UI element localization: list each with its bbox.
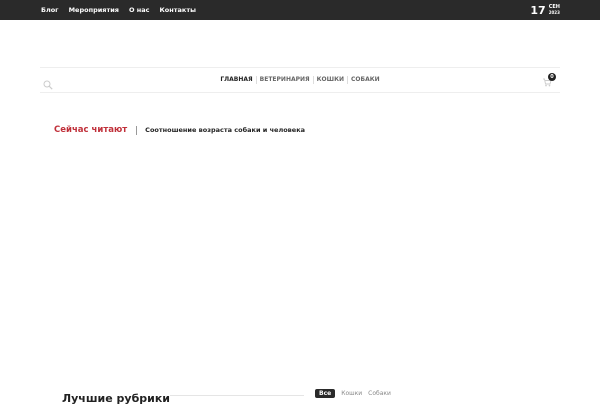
top-bar: Блог Мероприятия О нас Контакты 17 СЕН 2… [0, 0, 600, 20]
filter-cats[interactable]: Кошки [341, 389, 362, 398]
top-nav-contacts[interactable]: Контакты [159, 0, 195, 20]
section-title: Лучшие рубрики [62, 392, 171, 405]
cart-count-badge: 0 [548, 73, 556, 81]
main-nav: Главная Ветеринария Кошки Собаки 0 [40, 67, 560, 93]
menu-item-cats[interactable]: Кошки [314, 76, 348, 84]
date-display: 17 СЕН 2023 [530, 0, 560, 20]
section-divider [170, 395, 304, 396]
menu-item-home[interactable]: Главная [217, 76, 257, 84]
date-month-year: СЕН 2023 [549, 5, 560, 15]
cart-button[interactable]: 0 [542, 73, 556, 87]
top-nav-blog[interactable]: Блог [41, 0, 59, 20]
date-day: 17 [530, 3, 546, 17]
main-menu: Главная Ветеринария Кошки Собаки [40, 68, 560, 92]
now-reading-article-link[interactable]: Соотношение возраста собаки и человека [145, 126, 305, 134]
category-filters: Все Кошки Собаки [315, 389, 391, 398]
now-reading-label: Сейчас читают [54, 125, 128, 135]
menu-item-dogs[interactable]: Собаки [348, 76, 383, 84]
filter-all[interactable]: Все [315, 389, 336, 398]
date-year: 2023 [548, 10, 560, 15]
filter-dogs[interactable]: Собаки [368, 389, 391, 398]
top-nav-events[interactable]: Мероприятия [69, 0, 119, 20]
top-nav-about[interactable]: О нас [129, 0, 150, 20]
menu-item-veterinary[interactable]: Ветеринария [257, 76, 314, 84]
now-reading-divider [136, 125, 138, 135]
top-nav: Блог Мероприятия О нас Контакты [41, 0, 206, 20]
best-categories-heading: Лучшие рубрики [62, 387, 170, 405]
now-reading-bar: Сейчас читают Соотношение возраста собак… [54, 123, 305, 137]
